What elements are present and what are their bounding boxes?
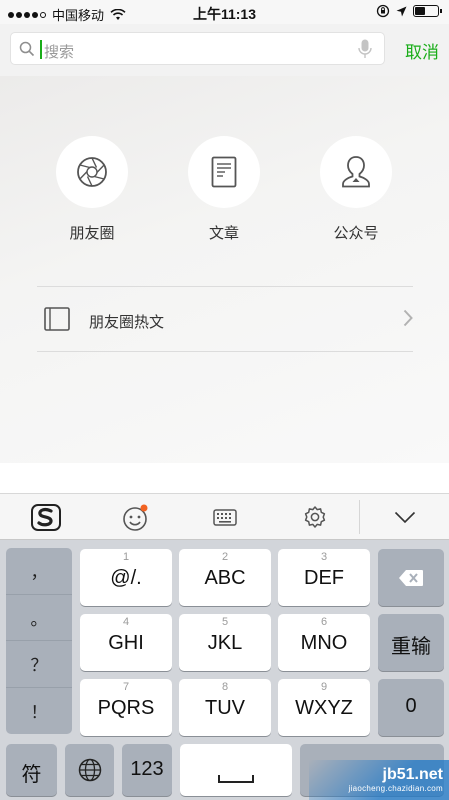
key-number: 5 bbox=[221, 616, 229, 628]
punctuation-key[interactable]: ！ bbox=[6, 688, 72, 735]
key-1[interactable]: 1 @/. bbox=[80, 549, 172, 606]
key-label: @/. bbox=[110, 567, 142, 589]
zero-key[interactable]: 0 bbox=[378, 679, 444, 736]
key-3[interactable]: 3 DEF bbox=[278, 549, 370, 606]
category-label: 文章 bbox=[208, 225, 239, 242]
search-bar: 搜索 取消 bbox=[0, 24, 449, 76]
key-number: 7 bbox=[122, 681, 130, 693]
key-number: 2 bbox=[221, 551, 229, 563]
person-icon bbox=[342, 156, 370, 188]
document-icon bbox=[211, 156, 237, 188]
key-number: 9 bbox=[320, 681, 328, 693]
backspace-key[interactable] bbox=[378, 549, 444, 606]
key-5[interactable]: 5 JKL bbox=[179, 614, 271, 671]
keyboard-toolbar bbox=[0, 493, 449, 540]
category-label: 公众号 bbox=[333, 225, 379, 242]
backspace-icon bbox=[399, 570, 423, 586]
battery-icon bbox=[413, 5, 442, 17]
content-bottom-space bbox=[0, 463, 449, 493]
watermark: jb51.net jiaocheng.chazidian.com bbox=[309, 760, 449, 800]
key-9[interactable]: 9 WXYZ bbox=[278, 679, 370, 736]
punctuation-key[interactable]: 。 bbox=[6, 595, 72, 641]
key-label: ABC bbox=[204, 567, 246, 589]
key-number: 4 bbox=[122, 616, 130, 628]
hot-articles-label: 朋友圈热文 bbox=[89, 314, 165, 331]
globe-icon bbox=[78, 758, 102, 782]
search-categories-panel: 朋友圈 文章 公众号 朋友圈热文 bbox=[0, 76, 449, 463]
category-circle bbox=[188, 136, 260, 208]
cancel-button[interactable]: 取消 bbox=[405, 38, 439, 63]
key-label: 重输 bbox=[391, 636, 431, 658]
collapse-keyboard-icon[interactable] bbox=[394, 511, 416, 524]
text-cursor bbox=[40, 40, 42, 59]
status-right bbox=[376, 4, 442, 18]
key-2[interactable]: 2 ABC bbox=[179, 549, 271, 606]
key-label: MNO bbox=[300, 632, 348, 654]
numbers-key[interactable]: 123 bbox=[122, 744, 172, 796]
key-number: 8 bbox=[221, 681, 229, 693]
book-icon bbox=[44, 307, 70, 331]
key-label: PQRS bbox=[97, 697, 155, 719]
category-articles[interactable]: 文章 bbox=[184, 136, 264, 243]
gear-icon[interactable] bbox=[302, 505, 328, 531]
t9-keyboard: ， 。 ？ ！ 1 @/. 2 ABC 3 DEF 4 GHI 5 JKL 6 … bbox=[0, 540, 449, 800]
punctuation-key[interactable]: ， bbox=[6, 548, 72, 595]
space-key[interactable] bbox=[180, 744, 292, 796]
reenter-key[interactable]: 重输 bbox=[378, 614, 444, 671]
key-label: JKL bbox=[207, 632, 243, 654]
emoji-icon[interactable] bbox=[122, 504, 150, 532]
toolbar-divider bbox=[359, 500, 360, 534]
location-arrow-icon bbox=[396, 6, 407, 16]
space-icon bbox=[218, 775, 254, 783]
globe-key[interactable] bbox=[65, 744, 114, 796]
search-input[interactable]: 搜索 bbox=[10, 32, 385, 65]
keyboard-icon[interactable] bbox=[213, 509, 237, 526]
punctuation-key[interactable]: ？ bbox=[6, 641, 72, 688]
search-icon bbox=[19, 41, 35, 57]
key-label: 123 bbox=[130, 758, 164, 780]
key-label: DEF bbox=[304, 567, 344, 589]
camera-aperture-icon bbox=[77, 157, 107, 187]
microphone-icon[interactable] bbox=[358, 39, 372, 59]
key-7[interactable]: 7 PQRS bbox=[80, 679, 172, 736]
category-label: 朋友圈 bbox=[69, 225, 115, 242]
sogou-logo-icon[interactable] bbox=[31, 504, 61, 531]
search-placeholder: 搜索 bbox=[44, 44, 75, 61]
key-label: 0 bbox=[405, 695, 417, 717]
watermark-text: jb51.net bbox=[382, 766, 443, 783]
chevron-right-icon bbox=[403, 309, 413, 327]
punctuation-column: ， 。 ？ ！ bbox=[6, 548, 72, 734]
rotation-lock-icon bbox=[376, 4, 390, 18]
hot-articles-row[interactable]: 朋友圈热文 bbox=[37, 286, 413, 352]
category-circle bbox=[56, 136, 128, 208]
symbols-key[interactable]: 符 bbox=[6, 744, 57, 796]
key-6[interactable]: 6 MNO bbox=[278, 614, 370, 671]
category-circle bbox=[320, 136, 392, 208]
key-label: 符 bbox=[21, 764, 42, 786]
category-official-accounts[interactable]: 公众号 bbox=[316, 136, 396, 243]
key-number: 3 bbox=[320, 551, 328, 563]
key-label: WXYZ bbox=[295, 697, 353, 719]
category-moments[interactable]: 朋友圈 bbox=[52, 136, 132, 243]
key-label: TUV bbox=[205, 697, 245, 719]
key-number: 1 bbox=[122, 551, 130, 563]
key-4[interactable]: 4 GHI bbox=[80, 614, 172, 671]
watermark-subtext: jiaocheng.chazidian.com bbox=[348, 784, 443, 793]
key-number: 6 bbox=[320, 616, 328, 628]
key-label: GHI bbox=[108, 632, 144, 654]
key-8[interactable]: 8 TUV bbox=[179, 679, 271, 736]
status-bar: 中国移动 上午11:13 bbox=[0, 0, 449, 24]
